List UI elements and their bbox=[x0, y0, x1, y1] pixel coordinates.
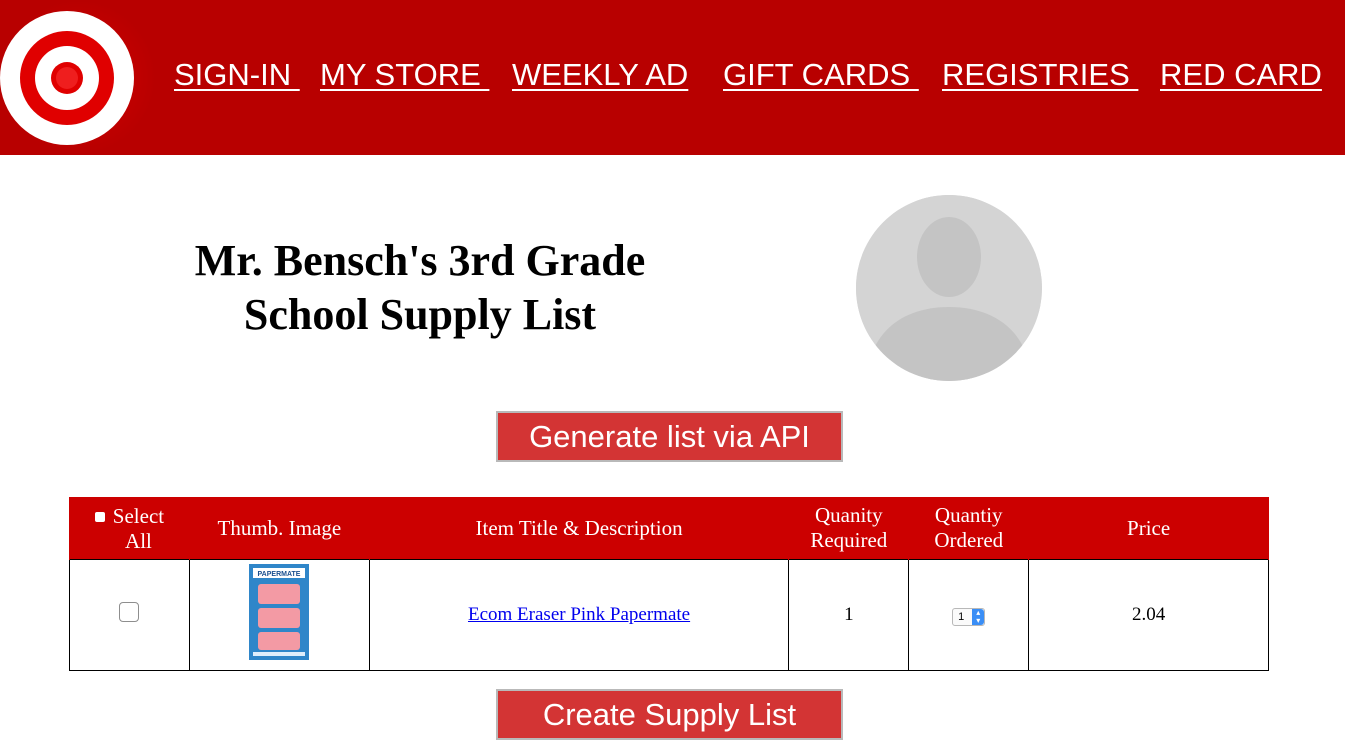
qty-required-header: Quanity Required bbox=[788, 497, 910, 560]
product-thumbnail: PAPERMATE bbox=[249, 564, 310, 660]
qty-required-header-1: Quanity bbox=[814, 503, 883, 527]
qty-ordered-cell: 1 ▴ ▾ bbox=[908, 559, 1030, 671]
nav-gift-cards[interactable]: GIFT CARDS bbox=[723, 56, 919, 94]
price-cell: 2.04 bbox=[1028, 559, 1269, 671]
qty-ordered-header-1: Quantiy bbox=[934, 503, 1003, 527]
select-all-header[interactable]: Select All bbox=[69, 497, 190, 560]
title-header: Item Title & Description bbox=[368, 497, 790, 560]
thumb-cell: PAPERMATE bbox=[188, 559, 370, 671]
top-navigation-bar: SIGN-IN MY STORE WEEKLY AD GIFT CARDS RE… bbox=[0, 0, 1345, 155]
nav-sign-in[interactable]: SIGN-IN bbox=[174, 56, 300, 94]
qty-ordered-header-2: Ordered bbox=[934, 528, 1004, 552]
nav-red-card[interactable]: RED CARD bbox=[1160, 56, 1322, 94]
select-all-checkbox[interactable] bbox=[94, 511, 105, 522]
target-logo-icon[interactable] bbox=[0, 0, 157, 155]
table-header-row: Select All Thumb. Image Item Title & Des… bbox=[69, 497, 1269, 560]
supply-table: Select All Thumb. Image Item Title & Des… bbox=[69, 497, 1269, 671]
nav-weekly-ad[interactable]: WEEKLY AD bbox=[512, 56, 688, 94]
quantity-select-value: 1 bbox=[958, 611, 965, 623]
nav-my-store[interactable]: MY STORE bbox=[320, 56, 489, 94]
item-title-cell: Ecom Eraser Pink Papermate bbox=[368, 559, 790, 671]
page-title: Mr. Bensch's 3rd Grade School Supply Lis… bbox=[150, 234, 690, 342]
item-title-link[interactable]: Ecom Eraser Pink Papermate bbox=[468, 604, 690, 625]
qty-ordered-header: Quantiy Ordered bbox=[908, 497, 1030, 560]
chevron-up-down-icon: ▴ ▾ bbox=[972, 609, 985, 625]
row-checkbox[interactable] bbox=[119, 602, 140, 622]
nav-registries[interactable]: REGISTRIES bbox=[942, 56, 1138, 94]
select-all-label-2: All bbox=[125, 528, 152, 553]
qty-required-cell: 1 bbox=[788, 559, 910, 671]
qty-required-header-2: Required bbox=[810, 528, 888, 552]
row-select-cell bbox=[69, 559, 190, 671]
table-row: PAPERMATE Ecom Eraser Pink Papermate 1 1… bbox=[69, 559, 1269, 671]
user-avatar-placeholder-icon bbox=[856, 195, 1042, 381]
quantity-select[interactable]: 1 ▴ ▾ bbox=[952, 608, 986, 626]
generate-list-button[interactable]: Generate list via API bbox=[496, 411, 843, 462]
page-title-line1: Mr. Bensch's 3rd Grade bbox=[194, 236, 646, 285]
page-title-line2: School Supply List bbox=[243, 290, 597, 339]
create-supply-list-button[interactable]: Create Supply List bbox=[496, 689, 843, 740]
product-brand-text: PAPERMATE bbox=[258, 571, 301, 578]
price-header: Price bbox=[1028, 497, 1269, 560]
thumb-header: Thumb. Image bbox=[188, 497, 370, 560]
select-all-label-1: Select bbox=[112, 503, 165, 528]
